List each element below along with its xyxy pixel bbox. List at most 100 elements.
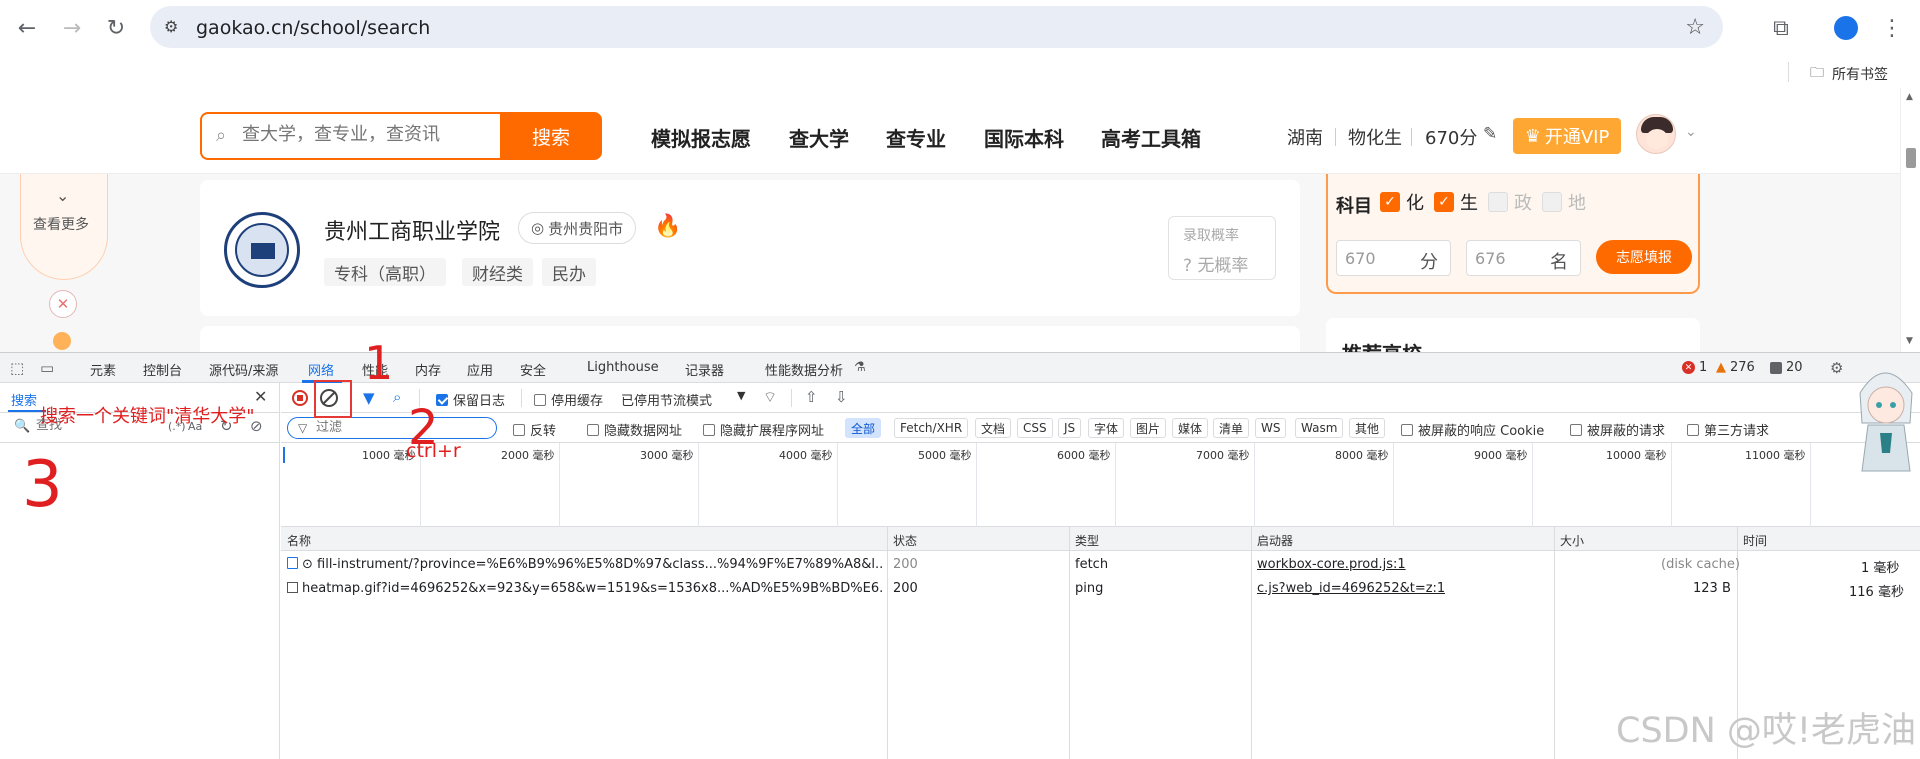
- extensions-icon[interactable]: ⧉: [1765, 12, 1797, 44]
- request-initiator[interactable]: workbox-core.prod.js:1: [1257, 557, 1406, 572]
- column-header-status[interactable]: 状态: [893, 532, 917, 549]
- nav-mock-application[interactable]: 模拟报志愿: [651, 123, 751, 152]
- network-conditions-icon[interactable]: ⌔: [763, 388, 777, 407]
- subject-checkbox[interactable]: 地: [1542, 189, 1586, 215]
- request-name[interactable]: ⊙ fill-instrument/?province=%E6%B9%96%E5…: [287, 557, 883, 572]
- url-text[interactable]: gaokao.cn/school/search: [196, 17, 430, 39]
- column-header-initiator[interactable]: 启动器: [1257, 532, 1293, 549]
- column-header-size[interactable]: 大小: [1560, 532, 1584, 549]
- filter-input[interactable]: [316, 420, 486, 435]
- search-drawer-tab[interactable]: 搜索: [11, 390, 37, 409]
- chevron-down-icon[interactable]: ⌄: [1685, 124, 1697, 140]
- inspect-icon[interactable]: ⬚: [10, 359, 24, 377]
- site-search-input[interactable]: [242, 124, 492, 145]
- tab-application[interactable]: 应用: [467, 360, 493, 379]
- score-display[interactable]: 670分: [1425, 124, 1477, 150]
- hide-ext-urls-checkbox[interactable]: 隐藏扩展程序网址: [703, 420, 824, 439]
- nav-intl-undergrad[interactable]: 国际本科: [984, 123, 1064, 152]
- nav-find-major[interactable]: 查专业: [886, 123, 946, 152]
- export-har-icon[interactable]: ⇩: [835, 388, 848, 406]
- tab-recorder[interactable]: 记录器: [685, 360, 724, 379]
- school-name[interactable]: 贵州工商职业学院: [324, 214, 500, 246]
- column-header-time[interactable]: 时间: [1743, 532, 1767, 549]
- tab-perf-insights[interactable]: 性能数据分析: [765, 360, 843, 379]
- preserve-log-checkbox[interactable]: 保留日志: [436, 390, 505, 409]
- blocked-requests-checkbox[interactable]: 被屏蔽的请求: [1570, 420, 1665, 439]
- close-icon[interactable]: ✕: [49, 290, 77, 318]
- browser-menu-icon[interactable]: ⋮: [1876, 12, 1908, 44]
- type-filter-other[interactable]: 其他: [1349, 418, 1386, 438]
- subject-checkbox[interactable]: 政: [1488, 189, 1532, 215]
- site-search-box[interactable]: ⌕: [200, 112, 502, 160]
- score-input[interactable]: 670 分: [1336, 240, 1451, 276]
- type-filter-fetch[interactable]: Fetch/XHR: [894, 418, 969, 438]
- info-count[interactable]: 20: [1770, 360, 1803, 375]
- table-row[interactable]: ⊙ fill-instrument/?province=%E6%B9%96%E5…: [281, 553, 1920, 577]
- subject-checkbox[interactable]: ✓ 生: [1434, 189, 1478, 215]
- address-bar[interactable]: ⚙ gaokao.cn/school/search ☆: [150, 6, 1723, 48]
- site-search-button[interactable]: 搜索: [500, 112, 602, 160]
- site-info-icon[interactable]: ⚙: [164, 17, 186, 37]
- all-bookmarks-button[interactable]: 🗀 所有书签: [1810, 62, 1888, 86]
- blocked-cookies-checkbox[interactable]: 被屏蔽的响应 Cookie: [1401, 420, 1544, 439]
- type-filter-all[interactable]: 全部: [845, 418, 882, 438]
- settings-gear-icon[interactable]: ⚙: [1830, 359, 1843, 377]
- tab-security[interactable]: 安全: [520, 360, 546, 379]
- edit-icon[interactable]: ✎: [1483, 124, 1497, 144]
- hide-data-urls-checkbox[interactable]: 隐藏数据网址: [587, 420, 682, 439]
- third-party-checkbox[interactable]: 第三方请求: [1687, 420, 1769, 439]
- profile-icon[interactable]: [1830, 12, 1862, 44]
- search-icon[interactable]: ⌕: [393, 388, 401, 406]
- province-selector[interactable]: 湖南: [1287, 124, 1323, 150]
- left-more-widget[interactable]: ⌄ 查看更多: [20, 174, 108, 280]
- request-name[interactable]: heatmap.gif?id=4696252&x=923&y=658&w=151…: [287, 581, 883, 596]
- reload-icon[interactable]: ↻: [100, 12, 132, 44]
- page-scrollbar[interactable]: ▲ ▼: [1900, 88, 1920, 352]
- scroll-thumb[interactable]: [1906, 148, 1916, 168]
- close-icon[interactable]: ✕: [254, 387, 267, 406]
- tab-memory[interactable]: 内存: [415, 360, 441, 379]
- request-initiator[interactable]: c.js?web_id=4696252&t=z:1: [1257, 581, 1445, 596]
- back-icon[interactable]: ←: [11, 12, 43, 44]
- disable-cache-checkbox[interactable]: 停用缓存: [534, 390, 603, 409]
- table-row[interactable]: heatmap.gif?id=4696252&x=923&y=658&w=151…: [281, 577, 1920, 601]
- import-har-icon[interactable]: ⇧: [805, 388, 818, 406]
- filter-box[interactable]: ▽: [287, 417, 497, 439]
- forward-icon[interactable]: →: [56, 12, 88, 44]
- avatar[interactable]: [1636, 114, 1676, 154]
- caret-down-icon[interactable]: ▼: [737, 389, 745, 402]
- type-filter-css[interactable]: CSS: [1017, 418, 1053, 438]
- subject-combo[interactable]: 物化生: [1348, 124, 1402, 150]
- vip-button[interactable]: ♛ 开通VIP: [1513, 118, 1621, 154]
- tab-console[interactable]: 控制台: [143, 360, 182, 379]
- tab-network[interactable]: 网络: [308, 360, 334, 379]
- device-toggle-icon[interactable]: ▭: [40, 359, 54, 377]
- column-header-type[interactable]: 类型: [1075, 532, 1099, 549]
- type-filter-font[interactable]: 字体: [1088, 418, 1125, 438]
- rank-input[interactable]: 676 名: [1466, 240, 1581, 276]
- scroll-down-icon[interactable]: ▼: [1906, 336, 1913, 346]
- error-count[interactable]: ✕ 1: [1682, 360, 1707, 375]
- subject-checkbox[interactable]: ✓ 化: [1380, 189, 1424, 215]
- network-overview-timeline[interactable]: 1000 毫秒 2000 毫秒 3000 毫秒 4000 毫秒 5000 毫秒 …: [281, 443, 1920, 527]
- tab-lighthouse[interactable]: Lighthouse: [587, 360, 659, 375]
- school-card[interactable]: 贵州工商职业学院 ◎ 贵州贵阳市 🔥 专科（高职） 财经类 民办 录取概率 ? …: [200, 180, 1300, 316]
- balloon-icon[interactable]: [53, 332, 71, 350]
- tab-sources[interactable]: 源代码/来源: [209, 360, 278, 379]
- tab-elements[interactable]: 元素: [90, 360, 116, 379]
- invert-checkbox[interactable]: 反转: [513, 420, 556, 439]
- type-filter-wasm[interactable]: Wasm: [1295, 418, 1344, 438]
- warning-count[interactable]: ▲ 276: [1716, 360, 1755, 375]
- bookmark-star-icon[interactable]: ☆: [1685, 15, 1705, 40]
- nav-find-university[interactable]: 查大学: [789, 123, 849, 152]
- type-filter-doc[interactable]: 文档: [975, 418, 1012, 438]
- scroll-up-icon[interactable]: ▲: [1906, 92, 1913, 102]
- fill-application-button[interactable]: 志愿填报: [1596, 240, 1692, 274]
- admission-probability[interactable]: 录取概率 ? 无概率: [1168, 216, 1276, 280]
- type-filter-img[interactable]: 图片: [1130, 418, 1167, 438]
- type-filter-js[interactable]: JS: [1058, 418, 1082, 438]
- filter-icon[interactable]: ▼: [363, 389, 375, 407]
- record-stop-icon[interactable]: [292, 390, 308, 406]
- column-header-name[interactable]: 名称: [287, 532, 311, 549]
- type-filter-manifest[interactable]: 清单: [1213, 418, 1250, 438]
